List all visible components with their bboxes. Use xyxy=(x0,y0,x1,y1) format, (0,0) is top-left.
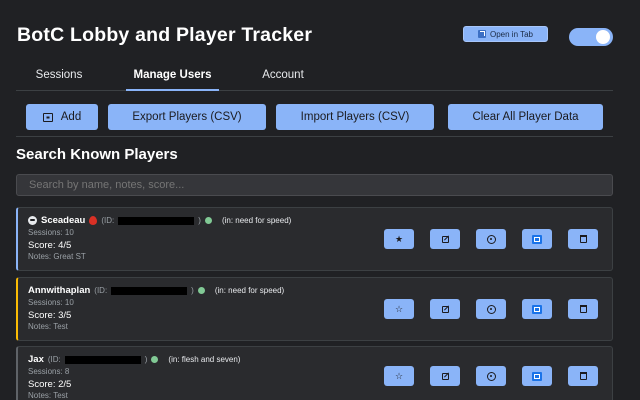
player-id-label: (ID: xyxy=(47,355,61,364)
eye-icon xyxy=(486,304,496,314)
trash-icon xyxy=(579,235,587,243)
enable-toggle[interactable] xyxy=(569,28,613,46)
import-players-button[interactable]: Import Players (CSV) xyxy=(276,104,434,130)
player-current-game: (in: flesh and seven) xyxy=(168,355,241,364)
player-notes: Notes: Test xyxy=(28,322,68,331)
player-name: Jax xyxy=(28,354,44,365)
player-name: Sceadeau xyxy=(41,215,86,226)
favorite-button[interactable]: ☆ xyxy=(384,299,414,319)
player-notes: Notes: Test xyxy=(28,391,68,400)
trash-icon xyxy=(579,372,587,380)
player-card: Sceadeau (ID: ) (in: need for speed) Ses… xyxy=(16,207,613,271)
tab-sessions[interactable]: Sessions xyxy=(16,60,102,90)
delete-button[interactable] xyxy=(568,299,598,319)
player-score: Score: 2/5 xyxy=(28,379,72,390)
note-icon xyxy=(532,371,542,381)
delete-button[interactable] xyxy=(568,366,598,386)
notes-button[interactable] xyxy=(522,299,552,319)
edit-button[interactable] xyxy=(430,299,460,319)
edit-button[interactable] xyxy=(430,366,460,386)
leaf-icon xyxy=(89,216,98,225)
player-id-close: ) xyxy=(198,216,201,225)
star-icon: ☆ xyxy=(394,303,404,314)
notes-button[interactable] xyxy=(522,366,552,386)
player-current-game: (in: need for speed) xyxy=(221,216,292,225)
notes-button[interactable] xyxy=(522,229,552,249)
player-header: Jax (ID: ) (in: flesh and seven) xyxy=(28,354,240,365)
clear-player-data-button[interactable]: Clear All Player Data xyxy=(448,104,603,130)
view-button[interactable] xyxy=(476,299,506,319)
app-title: BotC Lobby and Player Tracker xyxy=(17,24,313,46)
player-id-close: ) xyxy=(191,286,194,295)
player-sessions: Sessions: 10 xyxy=(28,298,74,307)
star-icon: ★ xyxy=(394,233,404,244)
player-card: Jax (ID: ) (in: flesh and seven) Session… xyxy=(16,346,613,400)
player-sessions: Sessions: 10 xyxy=(28,228,74,237)
external-link-icon xyxy=(478,30,486,38)
open-in-tab-button[interactable]: Open in Tab xyxy=(463,26,548,42)
edit-icon xyxy=(441,305,449,313)
player-header: Sceadeau (ID: ) (in: need for speed) xyxy=(28,215,291,226)
popup-window: BotC Lobby and Player Tracker Open in Ta… xyxy=(0,0,640,400)
note-icon xyxy=(532,234,542,244)
redacted-id xyxy=(118,216,195,225)
view-button[interactable] xyxy=(476,366,506,386)
tab-bar: Sessions Manage Users Account xyxy=(16,60,613,91)
online-status-dot xyxy=(204,217,212,224)
player-id-label: (ID: xyxy=(101,216,115,225)
tab-account[interactable]: Account xyxy=(243,60,323,90)
trash-icon xyxy=(579,305,587,313)
star-icon: ☆ xyxy=(394,370,404,381)
toggle-knob xyxy=(596,30,610,44)
action-bar: Add Export Players (CSV) Import Players … xyxy=(16,92,613,137)
eye-icon xyxy=(486,234,496,244)
edit-icon xyxy=(441,372,449,380)
view-button[interactable] xyxy=(476,229,506,249)
search-section-title: Search Known Players xyxy=(16,146,178,163)
edit-icon xyxy=(441,235,449,243)
favorite-button[interactable]: ☆ xyxy=(384,366,414,386)
player-name: Annwithaplan xyxy=(28,285,91,296)
favorite-button[interactable]: ★ xyxy=(384,229,414,249)
search-input[interactable] xyxy=(16,174,613,196)
player-id-label: (ID: xyxy=(94,286,108,295)
open-in-tab-label: Open in Tab xyxy=(490,29,533,39)
skull-icon xyxy=(28,216,37,225)
player-score: Score: 4/5 xyxy=(28,240,72,251)
tab-manage-users[interactable]: Manage Users xyxy=(112,60,233,91)
player-id-close: ) xyxy=(144,355,148,364)
add-player-button[interactable]: Add xyxy=(26,104,98,130)
player-card: Annwithaplan (ID: ) (in: need for speed)… xyxy=(16,277,613,341)
player-sessions: Sessions: 8 xyxy=(28,367,70,376)
export-players-button[interactable]: Export Players (CSV) xyxy=(108,104,266,130)
online-status-dot xyxy=(197,287,205,294)
online-status-dot xyxy=(151,356,159,363)
player-current-game: (in: need for speed) xyxy=(214,286,285,295)
redacted-id xyxy=(64,355,141,364)
note-icon xyxy=(532,304,542,314)
redacted-id xyxy=(111,286,188,295)
player-notes: Notes: Great ST xyxy=(28,252,86,261)
edit-button[interactable] xyxy=(430,229,460,249)
player-score: Score: 3/5 xyxy=(28,310,72,321)
eye-icon xyxy=(486,371,496,381)
add-label: Add xyxy=(60,111,82,123)
add-icon xyxy=(42,112,53,122)
delete-button[interactable] xyxy=(568,229,598,249)
player-header: Annwithaplan (ID: ) (in: need for speed) xyxy=(28,285,284,296)
